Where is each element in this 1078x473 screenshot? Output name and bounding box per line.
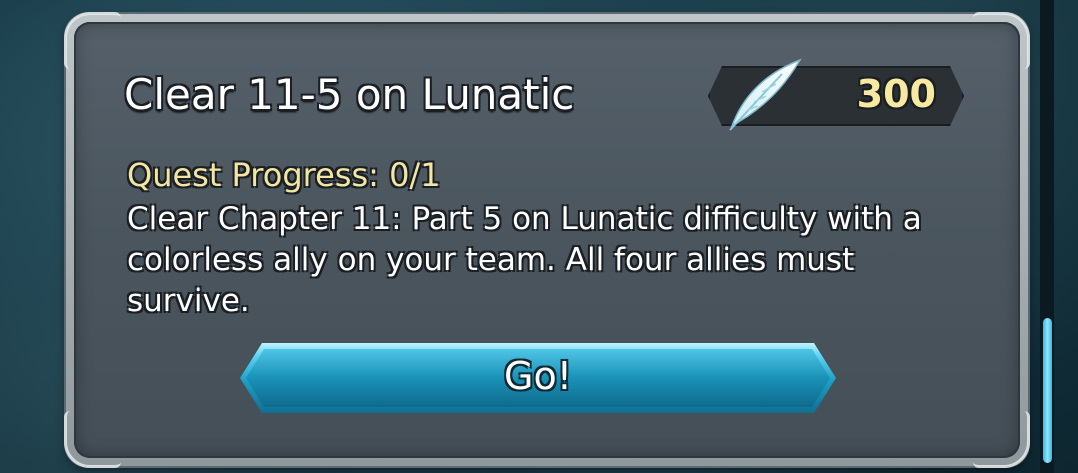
corner-ornament-bottom-left [64, 411, 121, 468]
quest-description: Clear Chapter 11: Part 5 on Lunatic diff… [127, 201, 922, 319]
go-button-label: Go! [504, 354, 572, 398]
corner-ornament-top-left [64, 12, 121, 69]
quest-progress: Quest Progress: 0/1 [127, 156, 441, 194]
corner-ornament-top-right [973, 12, 1030, 69]
feather-icon [729, 58, 802, 131]
scrollbar-thumb[interactable] [1043, 318, 1052, 463]
reward-amount: 300 [856, 72, 936, 116]
reward-badge: 300 [708, 58, 964, 131]
go-button[interactable]: Go! [240, 343, 836, 413]
corner-ornament-bottom-right [973, 411, 1030, 468]
quest-title: Clear 11-5 on Lunatic [124, 70, 575, 119]
